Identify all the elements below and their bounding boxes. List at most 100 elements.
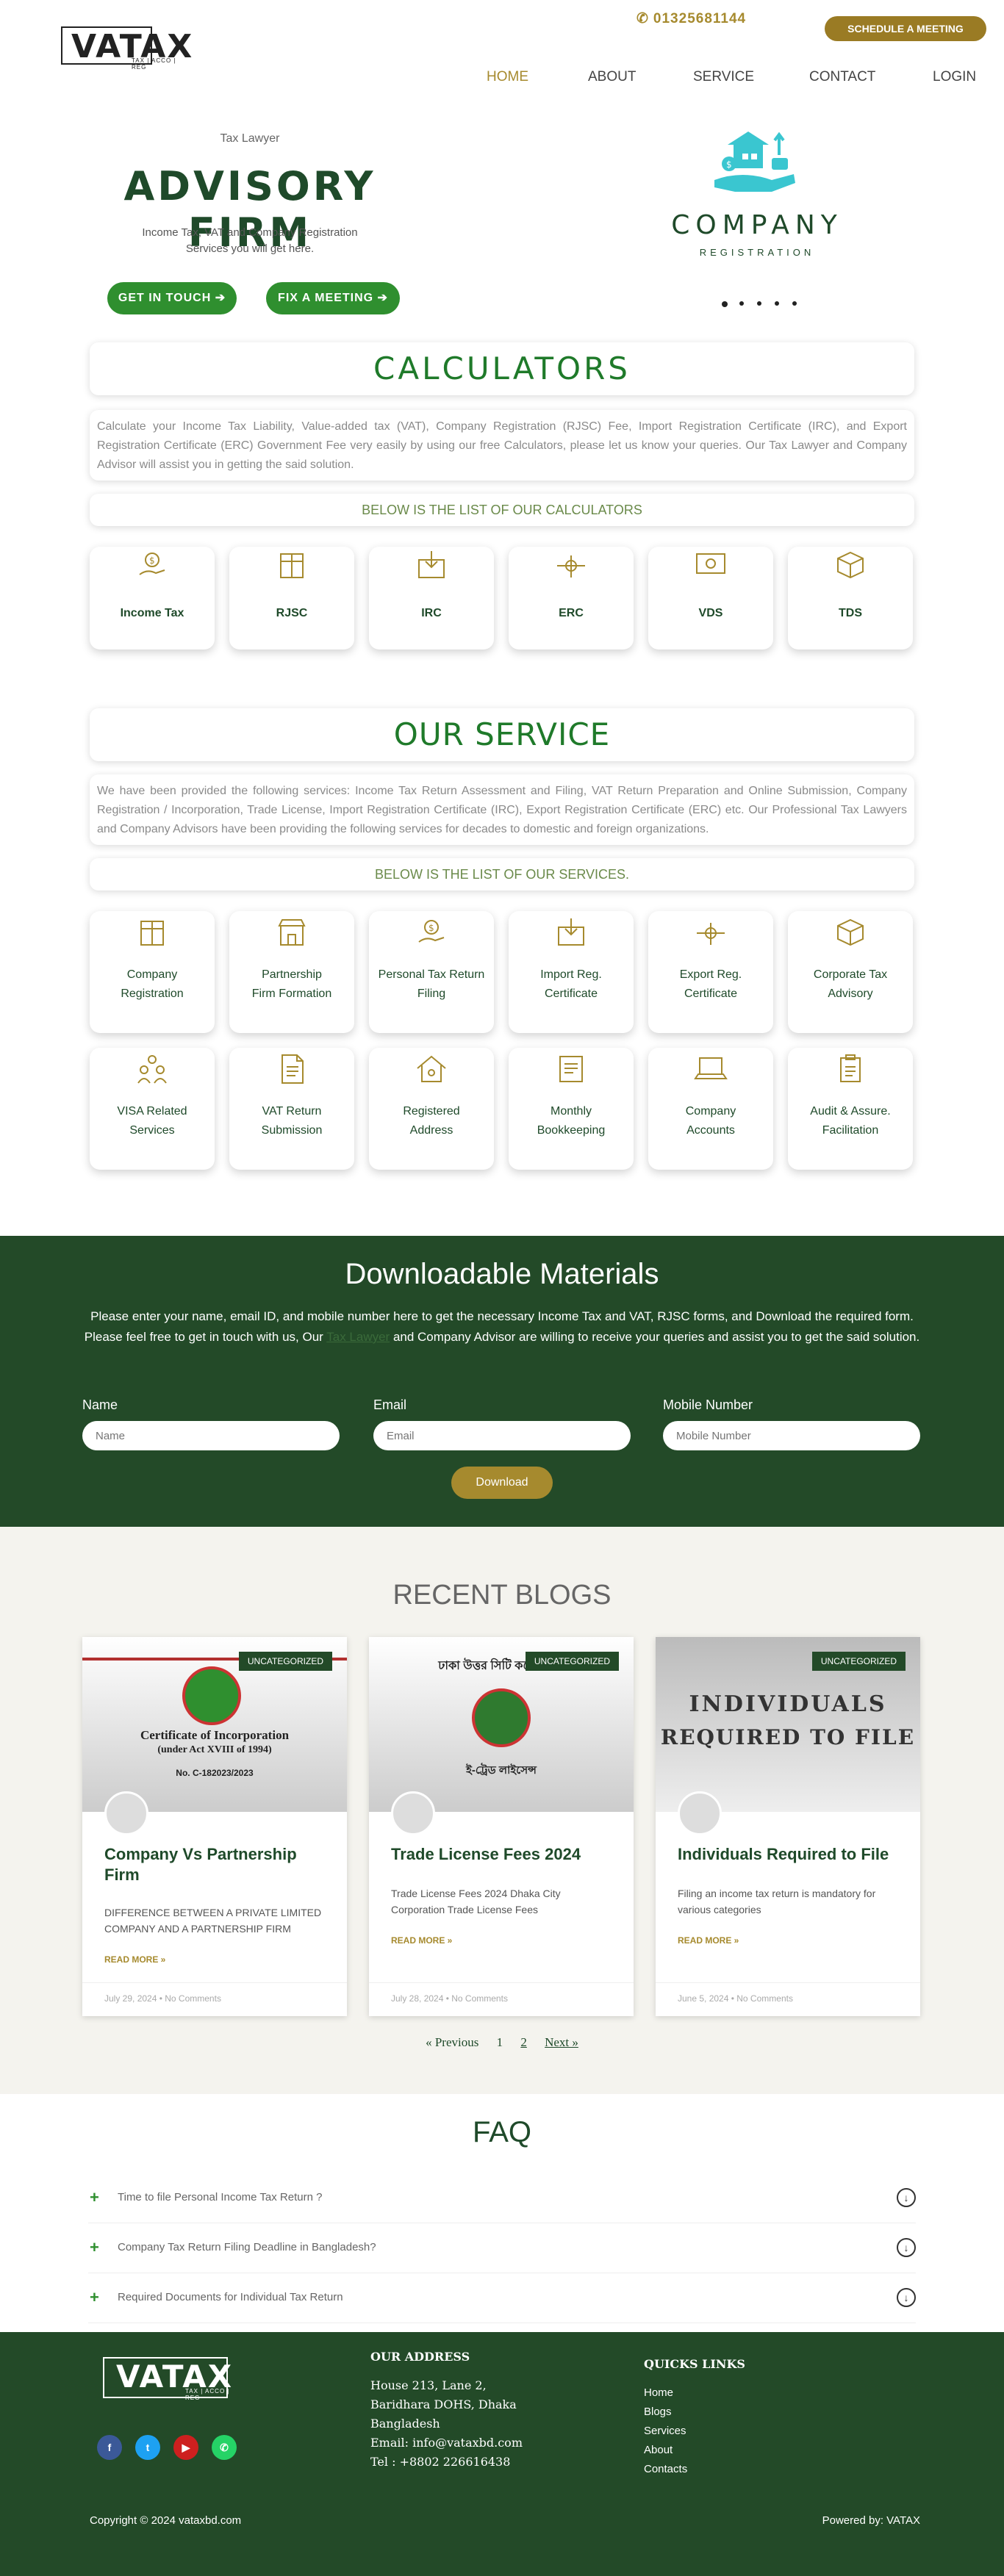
service-card-audit[interactable]: Audit & Assure. Facilitation: [788, 1048, 913, 1170]
tax-lawyer-link[interactable]: Tax Lawyer: [326, 1330, 390, 1344]
service-card-company-accounts[interactable]: Company Accounts: [648, 1048, 773, 1170]
import-box-icon: [418, 551, 445, 578]
nav-about[interactable]: ABOUT: [588, 69, 636, 85]
service-label-line1: Registered: [403, 1105, 460, 1118]
carousel-dot[interactable]: [775, 301, 779, 306]
scale-icon: [557, 555, 585, 578]
blog-category-badge[interactable]: UNCATEGORIZED: [238, 1652, 332, 1671]
blog-title[interactable]: Company Vs Partnership Firm: [104, 1844, 325, 1885]
name-input[interactable]: [82, 1421, 340, 1450]
carousel-dot[interactable]: [722, 301, 728, 307]
facebook-icon[interactable]: f: [97, 2435, 122, 2460]
blog-card[interactable]: INDIVIDUALS REQUIRED TO FILE UNCATEGORIZ…: [656, 1637, 920, 2016]
site-logo[interactable]: VATAX TAX | ACCO | REG: [61, 26, 193, 71]
blog-image-text: INDIVIDUALS: [689, 1691, 887, 1717]
nav-home[interactable]: HOME: [487, 69, 528, 85]
calculator-card-income-tax[interactable]: $ Income Tax: [90, 547, 215, 650]
faq-item[interactable]: + Company Tax Return Filing Deadline in …: [88, 2225, 916, 2273]
service-label-line2: Certificate: [544, 987, 598, 1000]
logo-subtext: TAX | ACCO | REG: [132, 57, 176, 71]
chevron-down-icon[interactable]: ↓: [897, 2188, 916, 2207]
whatsapp-icon[interactable]: ✆: [212, 2435, 237, 2460]
footer-link-home[interactable]: Home: [644, 2386, 673, 2399]
calculators-list-heading-panel: BELOW IS THE LIST OF OUR CALCULATORS: [90, 494, 914, 526]
read-more-link[interactable]: READ MORE »: [104, 1954, 165, 1965]
email-line[interactable]: Email: info@vataxbd.com: [370, 2433, 523, 2453]
service-card-corporate-tax[interactable]: Corporate Tax Advisory: [788, 911, 913, 1033]
phone-number[interactable]: ✆ 01325681144: [637, 10, 746, 27]
footer-link-blogs[interactable]: Blogs: [644, 2406, 672, 2418]
service-card-bookkeeping[interactable]: Monthly Bookkeeping: [509, 1048, 634, 1170]
service-card-company-registration[interactable]: Company Registration: [90, 911, 215, 1033]
schedule-meeting-button[interactable]: SCHEDULE A MEETING: [825, 16, 986, 41]
get-in-touch-button[interactable]: GET IN TOUCH ➔: [107, 282, 237, 314]
twitter-icon[interactable]: t: [135, 2435, 160, 2460]
service-card-personal-tax[interactable]: $ Personal Tax Return Filing: [369, 911, 494, 1033]
services-description-panel: We have been provided the following serv…: [90, 774, 914, 845]
calculator-card-vds[interactable]: VDS: [648, 547, 773, 650]
service-card-vat-return[interactable]: VAT Return Submission: [229, 1048, 354, 1170]
chevron-down-icon[interactable]: ↓: [897, 2288, 916, 2307]
faq-item[interactable]: + Required Documents for Individual Tax …: [88, 2275, 916, 2323]
email-input[interactable]: [373, 1421, 631, 1450]
footer-link-services[interactable]: Services: [644, 2425, 686, 2437]
nav-login[interactable]: LOGIN: [933, 69, 976, 85]
main-nav: HOME ABOUT SERVICE CONTACT LOGIN: [456, 69, 985, 91]
blog-category-badge[interactable]: UNCATEGORIZED: [811, 1652, 906, 1671]
mobile-input[interactable]: [663, 1421, 920, 1450]
service-card-visa[interactable]: VISA Related Services: [90, 1048, 215, 1170]
nav-service[interactable]: SERVICE: [693, 69, 754, 85]
service-card-export[interactable]: Export Reg. Certificate: [648, 911, 773, 1033]
blog-meta: July 29, 2024 • No Comments: [82, 1982, 347, 2016]
pagination-previous[interactable]: « Previous: [426, 2035, 478, 2049]
youtube-icon[interactable]: ▶: [173, 2435, 198, 2460]
nav-contact[interactable]: CONTACT: [809, 69, 875, 85]
fix-meeting-button[interactable]: FIX A MEETING ➔: [266, 282, 400, 314]
read-more-link[interactable]: READ MORE »: [678, 1935, 739, 1946]
calculator-label: VDS: [698, 607, 723, 619]
footer-logo[interactable]: VATAX TAX | ACCO | REG: [103, 2357, 235, 2401]
chevron-down-icon[interactable]: ↓: [897, 2238, 916, 2257]
faq-title: FAQ: [472, 2116, 532, 2148]
carousel-dot[interactable]: [739, 301, 744, 306]
blog-excerpt: Trade License Fees 2024 Dhaka City Corpo…: [391, 1888, 561, 1915]
pagination-page-2[interactable]: 2: [520, 2035, 527, 2049]
read-more-link[interactable]: READ MORE »: [391, 1935, 452, 1946]
service-label-line2: Services: [129, 1124, 175, 1137]
service-label-line2: Bookkeeping: [537, 1124, 606, 1137]
quick-links-heading: QUICKS LINKS: [644, 2357, 745, 2371]
blog-image-text: No. C-182023/2023: [176, 1768, 254, 1778]
carousel-dot[interactable]: [792, 301, 797, 306]
service-label-line1: Personal Tax Return: [378, 968, 485, 981]
service-card-registered-address[interactable]: Registered Address: [369, 1048, 494, 1170]
blog-card[interactable]: Certificate of Incorporation (under Act …: [82, 1637, 347, 2016]
footer-link-contacts[interactable]: Contacts: [644, 2463, 687, 2475]
pagination-next[interactable]: Next »: [545, 2035, 578, 2049]
blog-card[interactable]: ঢাকা উত্তর সিটি কর্পোরেশন ই-ট্রেড লাইসেন…: [369, 1637, 634, 2016]
home-icon: [417, 1055, 446, 1082]
building-icon: [280, 553, 304, 578]
blog-image-text: REQUIRED TO FILE: [660, 1725, 916, 1749]
faq-item[interactable]: + Time to file Personal Income Tax Retur…: [88, 2175, 916, 2223]
calculator-label: Income Tax: [120, 607, 184, 619]
plus-icon: +: [90, 2188, 99, 2206]
carousel-dot[interactable]: [757, 301, 761, 306]
laptop-icon: [694, 1057, 728, 1079]
blog-title[interactable]: Individuals Required to File: [678, 1844, 898, 1865]
download-button[interactable]: Download: [451, 1467, 553, 1499]
service-card-import[interactable]: Import Reg. Certificate: [509, 911, 634, 1033]
service-card-partnership[interactable]: Partnership Firm Formation: [229, 911, 354, 1033]
footer-link-about[interactable]: About: [644, 2444, 673, 2456]
avatar: [104, 1791, 148, 1835]
calculator-card-rjsc[interactable]: RJSC: [229, 547, 354, 650]
calculator-card-tds[interactable]: TDS: [788, 547, 913, 650]
calculator-card-irc[interactable]: IRC: [369, 547, 494, 650]
blog-title[interactable]: Trade License Fees 2024: [391, 1844, 612, 1865]
phone-line[interactable]: Tel : +8802 226616438: [370, 2453, 510, 2472]
pagination-page-1[interactable]: 1: [497, 2035, 503, 2049]
company-registration-illustration: $: [714, 132, 795, 192]
blog-category-badge[interactable]: UNCATEGORIZED: [525, 1652, 619, 1671]
calculators-list-heading: BELOW IS THE LIST OF OUR CALCULATORS: [362, 503, 642, 517]
calculator-card-erc[interactable]: ERC: [509, 547, 634, 650]
service-label-line1: Corporate Tax: [813, 968, 888, 981]
